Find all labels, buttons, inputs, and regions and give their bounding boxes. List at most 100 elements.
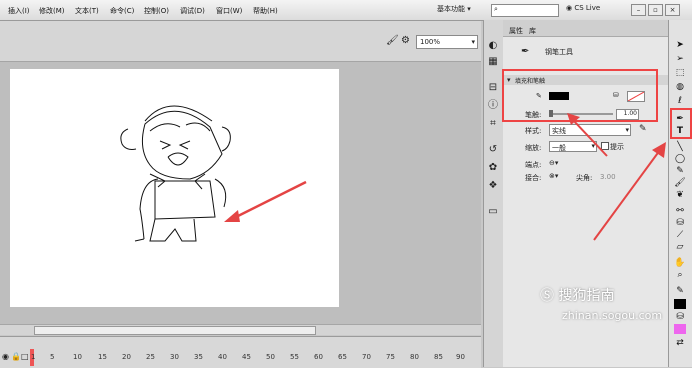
frame-number: 60: [314, 353, 323, 361]
timeline-panel: ◉ 🔒 □ 1 5 10 15 20 25 30 35 40 45 50 55 …: [0, 336, 481, 368]
eye-icon[interactable]: ◉: [2, 352, 9, 361]
chevron-down-icon: ▾: [467, 5, 471, 13]
align-icon[interactable]: ⊟: [487, 82, 499, 94]
frame-number: 85: [434, 353, 443, 361]
pen-tool-icon: ✒: [521, 46, 530, 57]
frame-number: 70: [362, 353, 371, 361]
menu-window[interactable]: 窗口(W): [216, 6, 242, 16]
selection-tool-icon[interactable]: ➤: [672, 40, 688, 50]
edit-symbols-icon[interactable]: ⚙: [401, 35, 410, 46]
annotation-arrow: [224, 180, 307, 222]
menu-commands[interactable]: 命令(C): [110, 6, 134, 16]
chevron-down-icon: ▾: [471, 38, 475, 46]
frame-number: 25: [146, 353, 155, 361]
fill-color-icon[interactable]: ⛁: [672, 312, 688, 322]
cs-live-label: CS Live: [574, 4, 601, 12]
zoom-tool-icon[interactable]: ⌕: [672, 270, 688, 280]
highlight-box-pen-tool: [670, 108, 692, 139]
swap-colors-icon[interactable]: ⇄: [672, 338, 688, 348]
workspace-switcher[interactable]: 基本功能 ▾: [437, 4, 483, 16]
menu-debug[interactable]: 调试(D): [180, 6, 205, 16]
frame-number: 5: [50, 353, 55, 361]
cap-label: 端点:: [525, 161, 542, 169]
oval-tool-icon[interactable]: ◯: [672, 154, 688, 164]
minimize-button[interactable]: –: [631, 4, 646, 16]
hand-tool-icon[interactable]: ✋: [672, 258, 688, 268]
scale-value: 一般: [552, 144, 566, 152]
stroke-color-icon[interactable]: ✎: [672, 286, 688, 296]
style-label: 样式:: [525, 127, 542, 135]
frame-number: 65: [338, 353, 347, 361]
subselection-tool-icon[interactable]: ➢: [672, 54, 688, 64]
stroke-color-chip[interactable]: [674, 299, 686, 309]
scroll-thumb[interactable]: [34, 326, 316, 335]
motion-presets-icon[interactable]: ❖: [487, 180, 499, 192]
cap-select[interactable]: ⊖▾: [549, 159, 558, 167]
history-icon[interactable]: ↺: [487, 144, 499, 156]
fill-color-chip[interactable]: [674, 324, 686, 334]
components-icon[interactable]: ✿: [487, 162, 499, 174]
swatches-icon[interactable]: ▦: [487, 56, 499, 68]
tab-properties[interactable]: 属性: [509, 26, 523, 36]
outline-icon[interactable]: □: [21, 352, 29, 361]
pencil-tool-icon[interactable]: ✎: [672, 166, 688, 176]
frame-number: 10: [73, 353, 82, 361]
menu-text[interactable]: 文本(T): [75, 6, 99, 16]
transform-icon[interactable]: ⌗: [487, 118, 499, 130]
chevron-down-icon: ▾: [625, 126, 629, 134]
panel-icon-strip: ◐ ▦ ⊟ ⓘ ⌗ ↺ ✿ ❖ ▭: [483, 20, 504, 367]
frame-number: 30: [170, 353, 179, 361]
edit-style-icon[interactable]: ✎: [639, 124, 647, 134]
watermark-url: zhinan.sogou.com: [562, 309, 663, 322]
frame-number: 1: [31, 353, 36, 361]
join-label: 接合:: [525, 174, 542, 182]
bone-tool-icon[interactable]: ⚯: [672, 206, 688, 216]
tools-panel: ➤ ➢ ⬚ ◍ ℓ ✒ T ╲ ◯ ✎ 🖌 ❦ ⚯ ⛁ ⟋ ▱ ✋ ⌕ ✎ ⛁ …: [668, 20, 692, 367]
workspace-label: 基本功能: [437, 5, 465, 13]
free-transform-tool-icon[interactable]: ⬚: [672, 68, 688, 78]
panel-tab-bar: [503, 20, 668, 37]
frame-number: 55: [290, 353, 299, 361]
maximize-button[interactable]: ▫: [648, 4, 663, 16]
frame-number: 90: [456, 353, 465, 361]
lasso-tool-icon[interactable]: ℓ: [672, 96, 688, 106]
deco-tool-icon[interactable]: ❦: [672, 190, 688, 200]
frame-number: 15: [98, 353, 107, 361]
frame-number: 45: [242, 353, 251, 361]
frame-number: 35: [194, 353, 203, 361]
style-value: 实线: [552, 127, 566, 135]
brush-tool-icon[interactable]: 🖌: [672, 178, 688, 188]
tool-name: 钢笔工具: [545, 48, 573, 56]
frame-number: 20: [122, 353, 131, 361]
eraser-tool-icon[interactable]: ▱: [672, 242, 688, 252]
search-icon: ⌕: [494, 5, 498, 13]
lock-icon[interactable]: 🔒: [11, 352, 21, 361]
menu-modify[interactable]: 修改(M): [39, 6, 65, 16]
eyedropper-tool-icon[interactable]: ⟋: [672, 230, 688, 240]
line-tool-icon[interactable]: ╲: [672, 142, 688, 152]
zoom-select[interactable]: 100% ▾: [416, 35, 478, 49]
paint-bucket-tool-icon[interactable]: ⛁: [672, 218, 688, 228]
info-icon[interactable]: ⓘ: [487, 100, 499, 112]
scale-label: 缩放:: [525, 144, 542, 152]
frame-number: 75: [386, 353, 395, 361]
horizontal-scrollbar[interactable]: [0, 324, 481, 335]
annotation-arrow-tools: [593, 142, 666, 241]
edit-scene-icon[interactable]: 🖌: [386, 35, 399, 46]
close-button[interactable]: ×: [665, 4, 680, 16]
zoom-value: 100%: [420, 38, 441, 46]
movie-explorer-icon[interactable]: ▭: [487, 206, 499, 218]
frame-number: 80: [410, 353, 419, 361]
menu-control[interactable]: 控制(O): [144, 6, 169, 16]
3d-rotation-tool-icon[interactable]: ◍: [672, 82, 688, 92]
help-search-input[interactable]: ⌕: [491, 4, 559, 17]
frame-number: 40: [218, 353, 227, 361]
color-panel-icon[interactable]: ◐: [487, 40, 499, 52]
menu-help[interactable]: 帮助(H): [253, 6, 278, 16]
tab-library[interactable]: 库: [529, 26, 536, 36]
watermark-text: 搜狗指南: [558, 288, 615, 304]
watermark-logo: Ⓢ 搜狗指南: [540, 285, 614, 305]
menu-insert[interactable]: 插入(I): [8, 6, 30, 16]
cs-live-button[interactable]: ◉ CS Live: [566, 4, 600, 12]
join-select[interactable]: ⊗▾: [549, 172, 558, 180]
